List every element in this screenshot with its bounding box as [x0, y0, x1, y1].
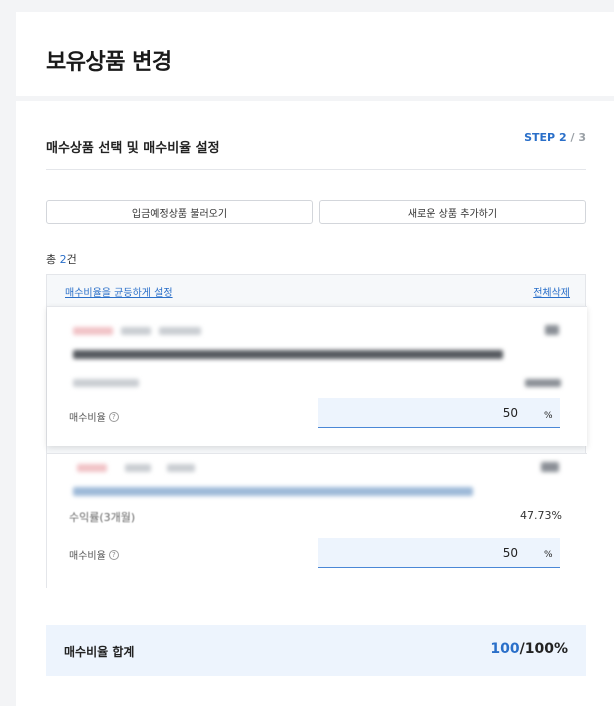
rate-sum-total: /100%: [519, 641, 568, 657]
total-count-number: 2: [59, 253, 67, 266]
list-toolbar: 매수비율을 균등하게 설정 전체삭제: [47, 275, 585, 305]
product-name-blurred: [73, 350, 503, 359]
rate-unit: %: [544, 411, 553, 421]
rate-label-text: 매수비율: [69, 413, 106, 424]
rate-label-text: 매수비율: [69, 551, 106, 562]
rate-input[interactable]: [318, 398, 560, 428]
product-type-blurred: [167, 464, 195, 472]
section-title: 매수상품 선택 및 매수비율 설정: [46, 141, 220, 156]
product-card: 매수비율 ? %: [47, 306, 587, 446]
page-title: 보유상품 변경: [46, 50, 172, 75]
return-value: 47.73%: [520, 509, 562, 522]
product-category-blurred: [121, 327, 151, 335]
question-circle-icon[interactable]: ?: [108, 549, 119, 560]
rate-label: 매수비율 ?: [69, 547, 119, 562]
add-new-product-button[interactable]: 새로운 상품 추가하기: [319, 200, 586, 224]
return-label: 수익률(3개월): [69, 511, 136, 524]
rate-input[interactable]: [318, 538, 560, 568]
product-name-blurred: [73, 487, 473, 496]
product-meta-blurred: [73, 379, 139, 387]
rate-sum-number: 100: [490, 641, 520, 657]
step-separator: /: [570, 131, 575, 144]
step-total: 3: [578, 131, 586, 144]
product-meta-value-blurred: [525, 379, 561, 387]
rate-sum-label: 매수비율 합계: [64, 645, 135, 659]
equal-ratio-link[interactable]: 매수비율을 균등하게 설정: [65, 284, 173, 299]
step-current: 2: [558, 131, 567, 144]
product-badge-blurred: [541, 462, 559, 472]
total-count: 총 2건: [46, 251, 77, 267]
load-scheduled-products-button[interactable]: 입금예정상품 불러오기: [46, 200, 313, 224]
total-prefix: 총: [46, 253, 57, 266]
step-indicator: STEP 2 / 3: [524, 131, 586, 144]
product-brand-blurred: [77, 464, 107, 472]
product-badge-blurred: [545, 325, 559, 335]
section-divider: [46, 169, 586, 170]
product-type-blurred: [159, 327, 201, 335]
main-card: 매수상품 선택 및 매수비율 설정 STEP 2 / 3 입금예정상품 불러오기…: [16, 101, 614, 706]
rate-sum-bar: 매수비율 합계 100/100%: [46, 625, 586, 676]
question-circle-icon[interactable]: ?: [108, 411, 119, 422]
rate-sum-value: 100/100%: [490, 641, 568, 657]
delete-all-link[interactable]: 전체삭제: [533, 284, 570, 299]
product-brand-blurred: [73, 327, 113, 335]
rate-unit: %: [544, 550, 553, 560]
product-card: 수익률(3개월) 47.73% 매수비율 ? %: [47, 453, 587, 588]
total-suffix: 건: [66, 253, 77, 266]
header-card: 보유상품 변경: [16, 12, 614, 96]
rate-label: 매수비율 ?: [69, 409, 119, 424]
step-label: STEP: [524, 131, 556, 144]
product-list-panel: 매수비율을 균등하게 설정 전체삭제 매수비율 ? %: [46, 274, 587, 588]
product-category-blurred: [125, 464, 151, 472]
